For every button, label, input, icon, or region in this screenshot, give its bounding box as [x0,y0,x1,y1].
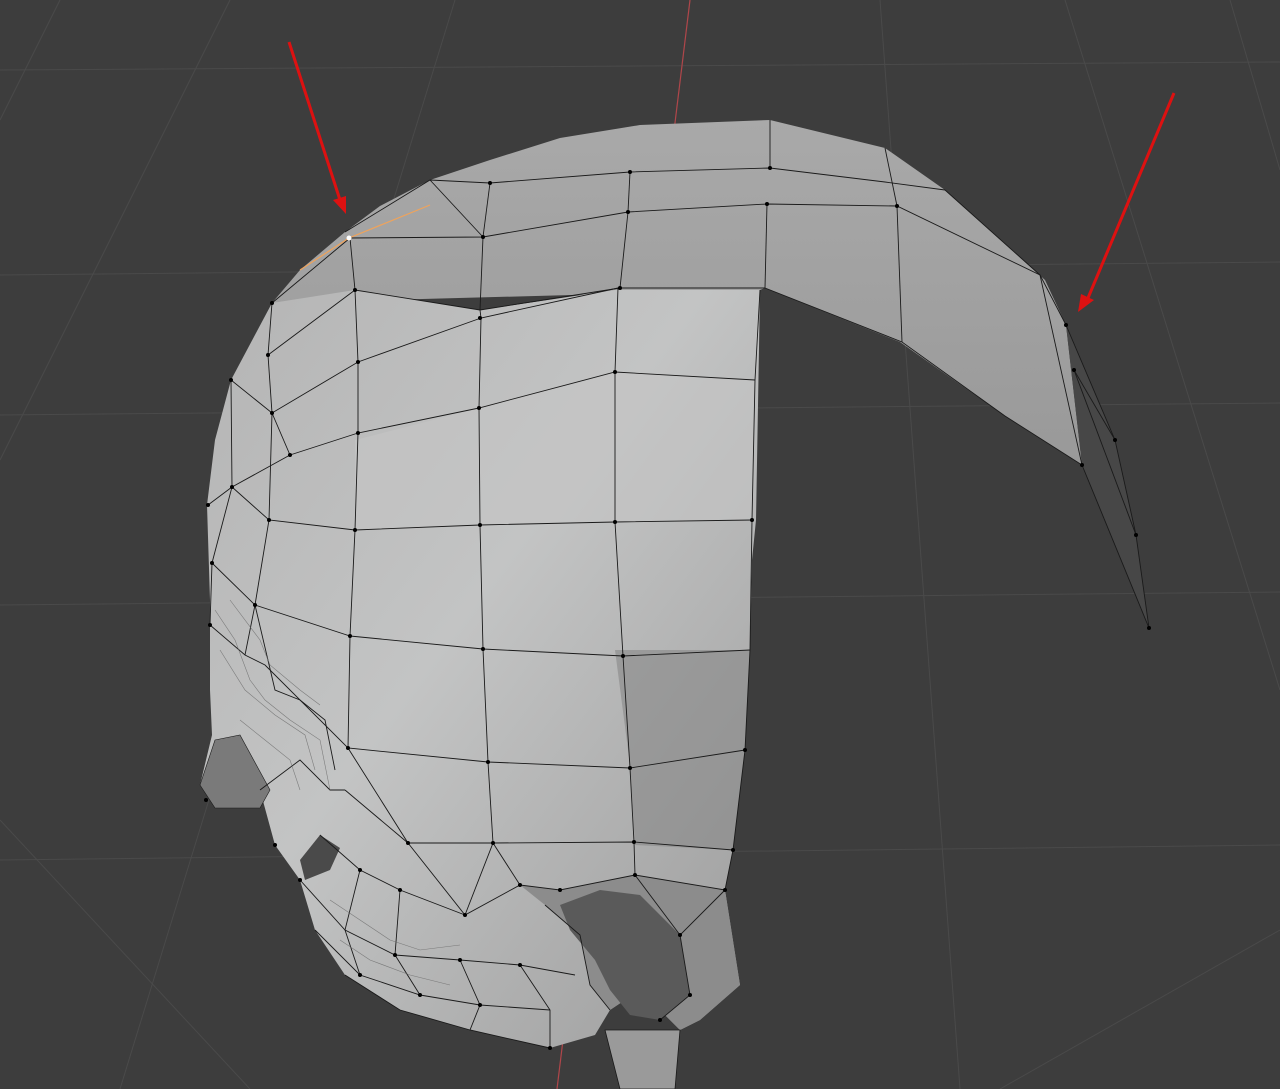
arrow-right [1086,92,1176,299]
neck-stub[interactable] [604,1029,681,1089]
cheek-dark-faces [615,650,750,850]
head-mesh[interactable] [199,120,1151,1089]
arrow-left-head [333,196,346,214]
3d-viewport[interactable] [0,0,1280,1089]
selected-vertex[interactable] [346,235,352,241]
skull-side-strip[interactable] [1066,325,1149,628]
arrow-right-head [1078,294,1094,312]
viewport-canvas[interactable] [0,0,1280,1089]
arrow-left [287,41,342,201]
